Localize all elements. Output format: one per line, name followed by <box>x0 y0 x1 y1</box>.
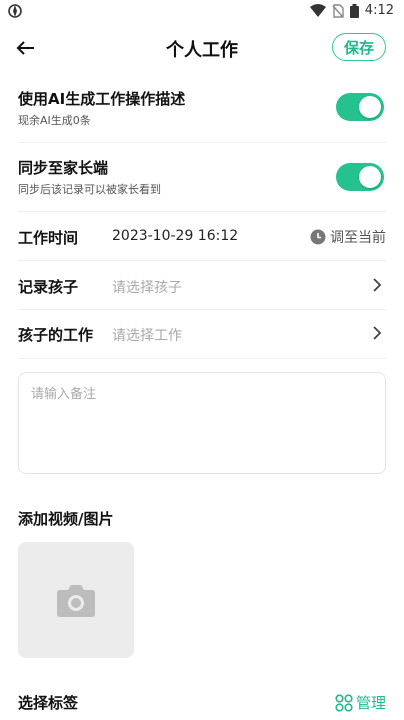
chevron-right-icon <box>373 326 382 340</box>
manage-label: 管理 <box>355 694 386 712</box>
wifi-icon <box>309 4 326 17</box>
work-time-value[interactable]: 2023-10-29 16:12 <box>112 228 238 244</box>
camera-icon <box>57 585 95 617</box>
save-button[interactable]: 保存 <box>332 33 386 61</box>
record-child-row[interactable]: 记录孩子 请选择孩子 <box>18 261 386 310</box>
sync-parent-sublabel: 同步后该记录可以被家长看到 <box>18 183 161 196</box>
sync-parent-row: 同步至家长端 同步后该记录可以被家长看到 <box>18 143 386 212</box>
toggle-knob <box>359 166 381 188</box>
sync-parent-label: 同步至家长端 <box>18 159 109 177</box>
status-time: 4:12 <box>364 3 394 18</box>
chevron-right-icon <box>373 278 382 292</box>
clock-icon <box>310 229 326 245</box>
no-sim-icon <box>332 3 344 18</box>
status-bar: 4:12 <box>0 0 404 24</box>
ai-description-label: 使用AI生成工作操作描述 <box>18 90 186 108</box>
tags-section-title: 选择标签 <box>18 694 79 712</box>
app-notification-icon <box>8 4 22 18</box>
ai-description-toggle[interactable] <box>336 93 384 121</box>
ai-description-row: 使用AI生成工作操作描述 现余AI生成0条 <box>18 74 386 143</box>
grid-icon <box>335 693 353 712</box>
child-work-placeholder: 请选择工作 <box>112 328 182 344</box>
record-child-placeholder: 请选择孩子 <box>112 280 182 296</box>
work-time-label: 工作时间 <box>18 229 79 247</box>
toggle-knob <box>359 96 381 118</box>
work-time-row: 工作时间 2023-10-29 16:12 调至当前 <box>18 212 386 261</box>
ai-description-sublabel: 现余AI生成0条 <box>18 114 91 127</box>
sync-parent-toggle[interactable] <box>336 163 384 191</box>
media-section-title: 添加视频/图片 <box>18 510 114 528</box>
header: 个人工作 保存 <box>0 26 404 70</box>
manage-tags-button[interactable]: 管理 <box>335 692 386 713</box>
record-child-label: 记录孩子 <box>18 278 79 296</box>
set-to-now-button[interactable]: 调至当前 <box>310 227 386 247</box>
add-media-button[interactable] <box>18 542 134 658</box>
battery-icon <box>349 3 359 18</box>
notes-input[interactable]: 请输入备注 <box>18 372 386 474</box>
child-work-label: 孩子的工作 <box>18 326 94 344</box>
set-to-now-label: 调至当前 <box>330 230 386 246</box>
child-work-row[interactable]: 孩子的工作 请选择工作 <box>18 310 386 359</box>
